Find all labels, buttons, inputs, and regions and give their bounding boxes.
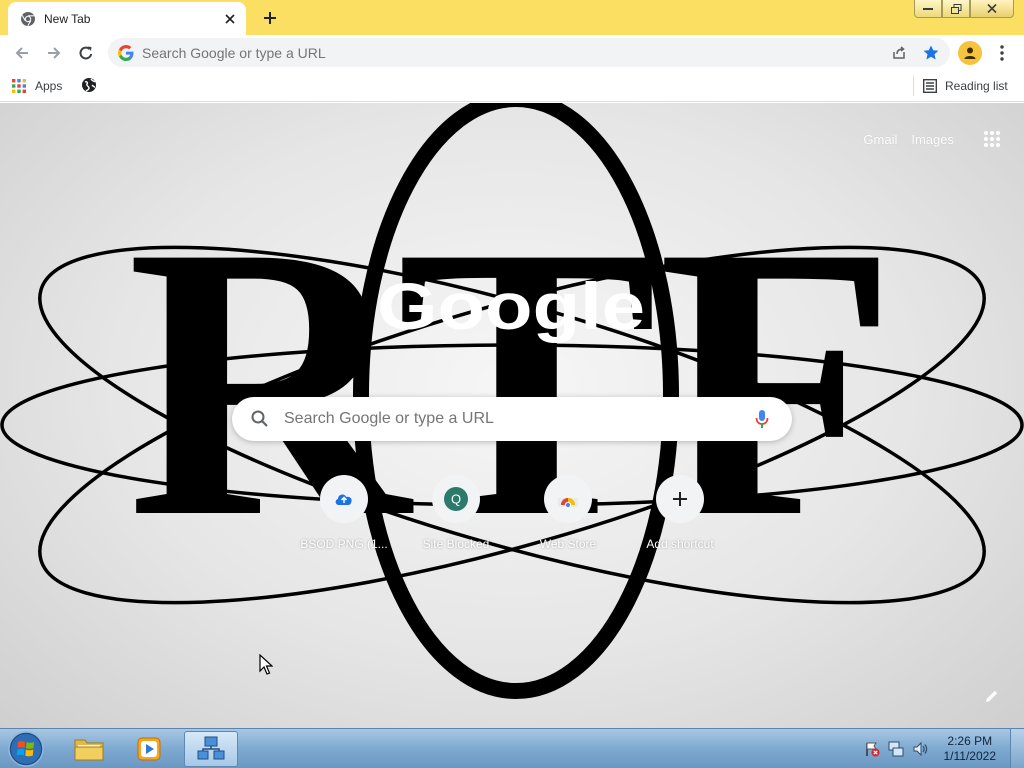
media-player-icon — [137, 737, 161, 761]
bookmarks-bar: Apps Reading list — [0, 70, 1024, 102]
close-tab-icon[interactable] — [220, 9, 240, 29]
svg-text:Q: Q — [451, 492, 461, 507]
reading-list-icon — [923, 79, 937, 93]
star-icon[interactable] — [918, 40, 944, 66]
minimize-button[interactable] — [914, 0, 942, 18]
bookmarks-divider — [913, 76, 914, 96]
apps-label: Apps — [35, 79, 63, 93]
profile-avatar-button[interactable] — [958, 41, 982, 65]
shortcut-label: Site Blocked — [422, 537, 490, 551]
shortcut-label: Web Store — [539, 537, 597, 551]
google-logo-text: Google — [377, 273, 645, 343]
folder-icon — [74, 739, 104, 761]
arrow-right-icon — [48, 47, 61, 59]
new-tab-button[interactable] — [258, 6, 282, 30]
taskbar-media-player[interactable] — [122, 731, 176, 767]
shortcut-tile[interactable]: Web Store — [512, 475, 624, 551]
tab-new-tab[interactable]: New Tab — [8, 2, 246, 35]
letter-q-icon: Q — [444, 487, 468, 511]
start-button[interactable] — [6, 730, 46, 768]
globe-bookmark-icon[interactable] — [80, 76, 98, 94]
clock-date: 1/11/2022 — [943, 749, 997, 763]
network-tray-icon[interactable] — [886, 739, 906, 759]
chrome-icon — [20, 11, 36, 27]
windows-taskbar: 2:26 PM 1/11/2022 — [0, 728, 1024, 768]
arrow-left-icon — [15, 47, 28, 59]
add-shortcut-tile[interactable]: Add shortcut — [624, 475, 736, 551]
google-g-icon — [118, 44, 134, 61]
shortcut-tile[interactable]: Q Site Blocked — [400, 475, 512, 551]
taskbar-file-explorer[interactable] — [62, 731, 116, 767]
shortcut-tile[interactable]: BSOD PNG (1... — [288, 475, 400, 551]
omnibox-input[interactable] — [142, 44, 886, 61]
volume-icon[interactable] — [910, 739, 930, 759]
windows-orb-icon — [8, 731, 44, 767]
more-vert-icon — [1000, 45, 1004, 61]
person-icon — [964, 47, 976, 59]
web-store-icon — [558, 498, 578, 508]
network-icon — [197, 736, 225, 760]
shortcut-label: Add shortcut — [646, 537, 714, 551]
mouse-cursor-icon — [259, 654, 273, 675]
cloud-upload-icon — [335, 494, 352, 505]
new-tab-page: RTF Gmail Images Google Search Google or… — [0, 103, 1024, 728]
search-icon — [250, 409, 270, 429]
ntp-top-links: Gmail Images — [863, 127, 1004, 151]
taskbar-clock[interactable]: 2:26 PM 1/11/2022 — [944, 734, 997, 764]
restore-button[interactable] — [942, 0, 970, 18]
share-icon[interactable] — [886, 40, 912, 66]
window-controls — [914, 0, 1014, 18]
chrome-menu-button[interactable] — [992, 41, 1012, 65]
show-desktop-button[interactable] — [1010, 729, 1024, 768]
action-center-flag-icon[interactable] — [862, 739, 882, 759]
reload-icon — [79, 46, 93, 60]
ntp-search-input[interactable] — [284, 410, 750, 428]
clock-time: 2:26 PM — [947, 734, 993, 748]
reading-list-label: Reading list — [945, 79, 1008, 93]
browser-toolbar — [0, 35, 1024, 70]
shortcut-label: BSOD PNG (1... — [300, 537, 388, 551]
customize-pencil-icon[interactable] — [982, 686, 1002, 706]
back-button[interactable] — [8, 39, 36, 67]
reading-list-button[interactable]: Reading list — [923, 75, 1008, 97]
reload-button[interactable] — [72, 39, 100, 67]
tab-strip: New Tab — [0, 0, 1024, 35]
google-apps-icon[interactable] — [980, 127, 1004, 151]
shortcuts-grid: BSOD PNG (1... Q Site Blocked Web Store — [288, 475, 736, 551]
plus-icon — [673, 492, 687, 506]
gmail-link[interactable]: Gmail — [863, 132, 897, 147]
apps-grid-icon — [12, 79, 26, 93]
taskbar-network-app[interactable] — [184, 731, 238, 767]
ntp-search-box[interactable] — [232, 397, 792, 441]
omnibox[interactable] — [108, 38, 950, 67]
microphone-icon[interactable] — [750, 407, 774, 431]
tab-title: New Tab — [44, 11, 91, 26]
images-link[interactable]: Images — [911, 132, 954, 147]
close-window-button[interactable] — [970, 0, 1014, 18]
apps-bookmark[interactable]: Apps — [12, 75, 62, 97]
google-logo: Google — [377, 273, 645, 343]
forward-button[interactable] — [40, 39, 68, 67]
